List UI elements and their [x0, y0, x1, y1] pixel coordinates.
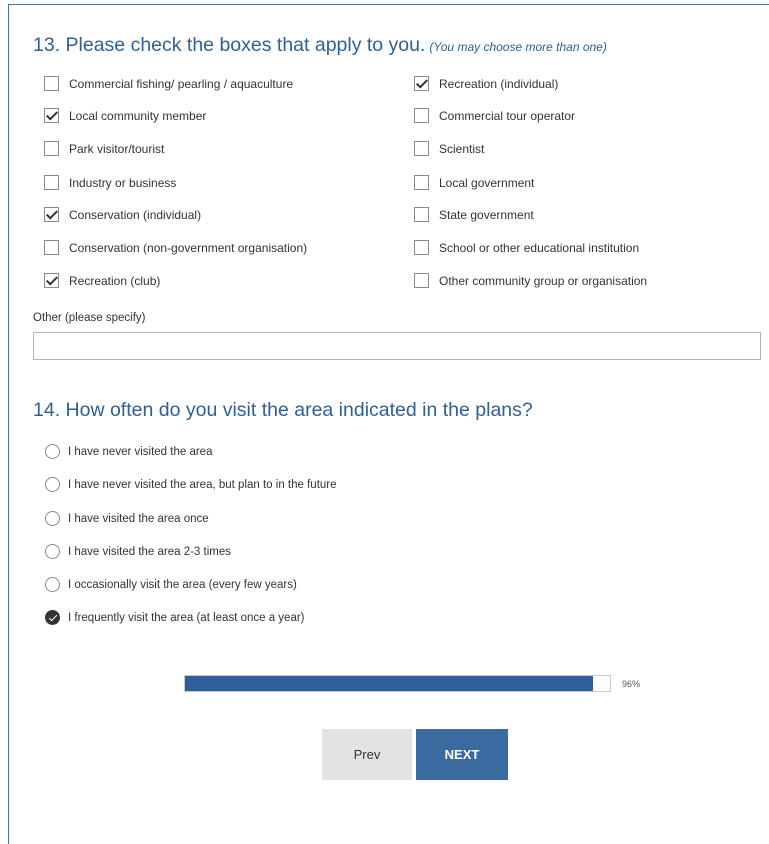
checkbox-label: Recreation (club) [69, 273, 161, 288]
checkbox-box[interactable] [414, 175, 429, 190]
radio-circle[interactable] [45, 610, 60, 625]
checkbox-park-visitor[interactable]: Park visitor/tourist [44, 140, 164, 157]
checkbox-industry-business[interactable]: Industry or business [44, 174, 176, 191]
checkbox-label: Industry or business [69, 175, 177, 190]
checkbox-box[interactable] [414, 240, 429, 255]
checkbox-label: Recreation (individual) [439, 76, 559, 91]
radio-circle[interactable] [45, 444, 60, 459]
radio-circle[interactable] [45, 477, 60, 492]
checkbox-label: Conservation (non-government organisatio… [69, 240, 308, 255]
checkbox-box[interactable] [414, 76, 429, 91]
radio-frequently-visit[interactable]: I frequently visit the area (at least on… [45, 609, 305, 626]
checkbox-box[interactable] [414, 108, 429, 123]
progress-percent-label: 96% [622, 679, 641, 689]
checkbox-label: Conservation (individual) [69, 207, 202, 222]
checkbox-box[interactable] [44, 240, 59, 255]
radio-circle[interactable] [45, 577, 60, 592]
radio-label: I occasionally visit the area (every few… [68, 578, 297, 591]
question-14-title: 14. How often do you visit the area indi… [33, 399, 533, 421]
checkbox-box[interactable] [44, 207, 59, 222]
radio-label: I have never visited the area [68, 445, 213, 458]
radio-occasionally-visit[interactable]: I occasionally visit the area (every few… [45, 576, 297, 593]
checkbox-box[interactable] [414, 141, 429, 156]
progress-bar-fill [185, 676, 593, 691]
checkbox-local-community-member[interactable]: Local community member [44, 107, 206, 124]
other-specify-input[interactable] [33, 332, 761, 360]
checkbox-scientist[interactable]: Scientist [414, 140, 484, 157]
checkbox-label: Scientist [439, 141, 485, 156]
checkbox-label: Park visitor/tourist [69, 141, 165, 156]
checkbox-label: School or other educational institution [439, 240, 640, 255]
radio-label: I have visited the area once [68, 512, 209, 525]
checkbox-local-government[interactable]: Local government [414, 174, 534, 191]
checkbox-label: Commercial fishing/ pearling / aquacultu… [69, 76, 294, 91]
checkbox-conservation-ngo[interactable]: Conservation (non-government organisatio… [44, 239, 307, 256]
checkbox-school-educational[interactable]: School or other educational institution [414, 239, 639, 256]
checkbox-label: Local government [439, 175, 535, 190]
other-specify-label: Other (please specify) [33, 312, 146, 324]
progress-bar [184, 675, 611, 692]
radio-visited-2-3-times[interactable]: I have visited the area 2-3 times [45, 543, 231, 560]
question-13-title: 13. Please check the boxes that apply to… [33, 34, 607, 57]
question-13-text: 13. Please check the boxes that apply to… [33, 34, 426, 56]
checkbox-commercial-tour-operator[interactable]: Commercial tour operator [414, 107, 575, 124]
checkbox-box[interactable] [44, 76, 59, 91]
next-button[interactable]: NEXT [416, 729, 508, 780]
checkbox-commercial-fishing[interactable]: Commercial fishing/ pearling / aquacultu… [44, 75, 293, 92]
radio-visited-once[interactable]: I have visited the area once [45, 510, 209, 527]
checkbox-label: Commercial tour operator [439, 108, 576, 123]
checkbox-box[interactable] [44, 108, 59, 123]
checkbox-label: Other community group or organisation [439, 273, 648, 288]
checkbox-other-community-group[interactable]: Other community group or organisation [414, 272, 647, 289]
radio-label: I frequently visit the area (at least on… [68, 611, 305, 624]
radio-label: I have visited the area 2-3 times [68, 545, 231, 558]
radio-never-visited-plan-future[interactable]: I have never visited the area, but plan … [45, 476, 337, 493]
checkbox-conservation-individual[interactable]: Conservation (individual) [44, 206, 201, 223]
checkbox-label: State government [439, 207, 534, 222]
checkbox-box[interactable] [414, 207, 429, 222]
radio-circle[interactable] [45, 544, 60, 559]
checkbox-box[interactable] [44, 141, 59, 156]
checkbox-box[interactable] [44, 175, 59, 190]
prev-button[interactable]: Prev [322, 729, 412, 780]
checkbox-box[interactable] [44, 273, 59, 288]
checkbox-label: Local community member [69, 108, 207, 123]
radio-never-visited[interactable]: I have never visited the area [45, 443, 212, 460]
radio-label: I have never visited the area, but plan … [68, 478, 337, 491]
question-13-note: (You may choose more than one) [429, 40, 607, 54]
survey-frame [8, 4, 769, 844]
checkbox-recreation-individual[interactable]: Recreation (individual) [414, 75, 558, 92]
checkbox-box[interactable] [414, 273, 429, 288]
checkbox-state-government[interactable]: State government [414, 206, 534, 223]
checkbox-recreation-club[interactable]: Recreation (club) [44, 272, 160, 289]
radio-circle[interactable] [45, 511, 60, 526]
